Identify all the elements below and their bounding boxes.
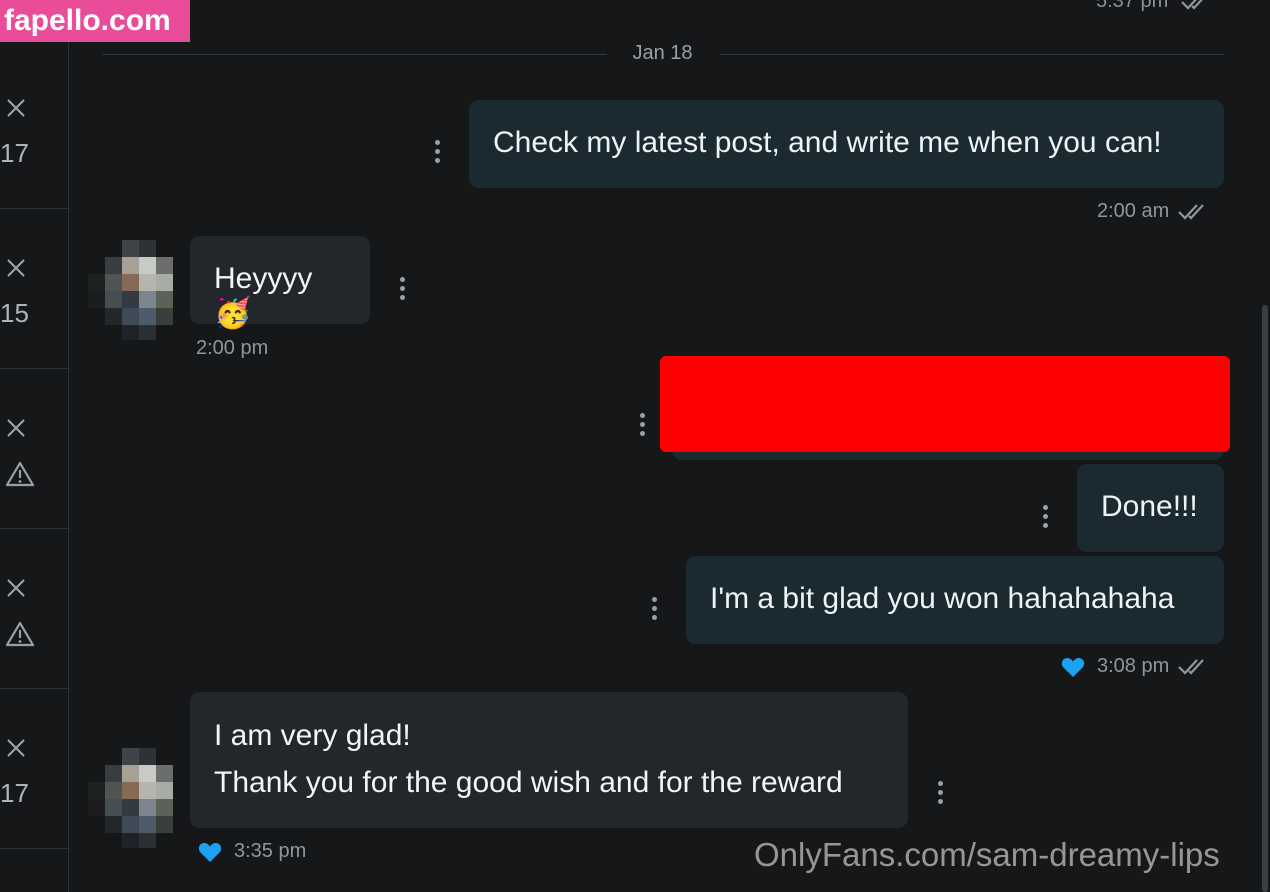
avatar[interactable] (88, 748, 174, 848)
message-time: 5:37 pm (1096, 0, 1214, 13)
sidebar-item-value: 17 (0, 138, 29, 168)
message-bubble[interactable]: Done!!! (1077, 464, 1224, 552)
date-divider-line (720, 54, 1224, 55)
message-options-icon[interactable] (432, 140, 442, 166)
heart-icon[interactable] (1061, 656, 1085, 678)
double-check-icon (1178, 658, 1205, 675)
message-time: 3:08 pm (1097, 655, 1170, 677)
site-watermark: fapello.com (0, 0, 190, 42)
sidebar-item[interactable] (0, 528, 68, 689)
message-options-icon[interactable] (397, 277, 407, 303)
message-time: 2:00 am (1097, 200, 1170, 222)
brand-watermark: OnlyFans.com/sam-dreamy-lips (754, 836, 1220, 873)
message-time: 3:35 pm (234, 840, 307, 862)
message-bubble[interactable]: I'm a bit glad you won hahahahaha (686, 556, 1224, 644)
close-icon[interactable] (6, 418, 26, 438)
warning-icon (5, 621, 35, 647)
message-options-icon[interactable] (637, 413, 647, 439)
avatar[interactable] (88, 240, 174, 340)
sidebar-item[interactable]: 15 (0, 208, 68, 369)
message-text: Check my latest post, and write me when … (493, 126, 1162, 159)
double-check-icon (1181, 0, 1203, 10)
sidebar-item[interactable]: 17 (0, 48, 68, 209)
message-options-icon[interactable] (649, 597, 659, 623)
message-options-icon[interactable] (935, 781, 945, 807)
message-meta: 3:35 pm (198, 840, 306, 863)
message-text: I'm a bit glad you won hahahahaha (710, 582, 1175, 615)
close-icon[interactable] (6, 98, 26, 118)
message-text: Heyyyy🥳 (214, 262, 313, 330)
message-text: Thank you for the good wish and for the … (214, 766, 843, 799)
heart-icon[interactable] (198, 841, 222, 863)
message-bubble[interactable]: Check my latest post, and write me when … (469, 100, 1224, 188)
close-icon[interactable] (6, 258, 26, 278)
double-check-icon (1178, 203, 1205, 220)
message-bubble[interactable]: I am very glad! Thank you for the good w… (190, 692, 908, 828)
date-divider-line (102, 54, 607, 55)
message-text: Done!!! (1101, 490, 1198, 523)
message-text: I am very glad! (214, 719, 411, 752)
message-bubble[interactable]: Heyyyy🥳 (190, 236, 370, 330)
scrollbar[interactable] (1262, 305, 1268, 892)
sidebar-item-value: 15 (0, 298, 29, 328)
sidebar-item[interactable] (0, 368, 68, 529)
message-time: 2:00 pm (196, 337, 269, 359)
conversation-sidebar: 17 15 17 (0, 0, 69, 892)
close-icon[interactable] (6, 738, 26, 758)
close-icon[interactable] (6, 578, 26, 598)
redaction-overlay (660, 356, 1230, 452)
warning-icon (5, 461, 35, 487)
sidebar-item-value: 17 (0, 778, 29, 808)
date-divider: Jan 18 (632, 42, 693, 64)
sidebar-item[interactable]: 17 (0, 688, 68, 849)
message-meta: 2:00 pm (196, 337, 268, 360)
message-options-icon[interactable] (1040, 505, 1050, 531)
message-meta: 2:00 am (1097, 200, 1213, 223)
message-meta: 3:08 pm (1061, 655, 1213, 678)
